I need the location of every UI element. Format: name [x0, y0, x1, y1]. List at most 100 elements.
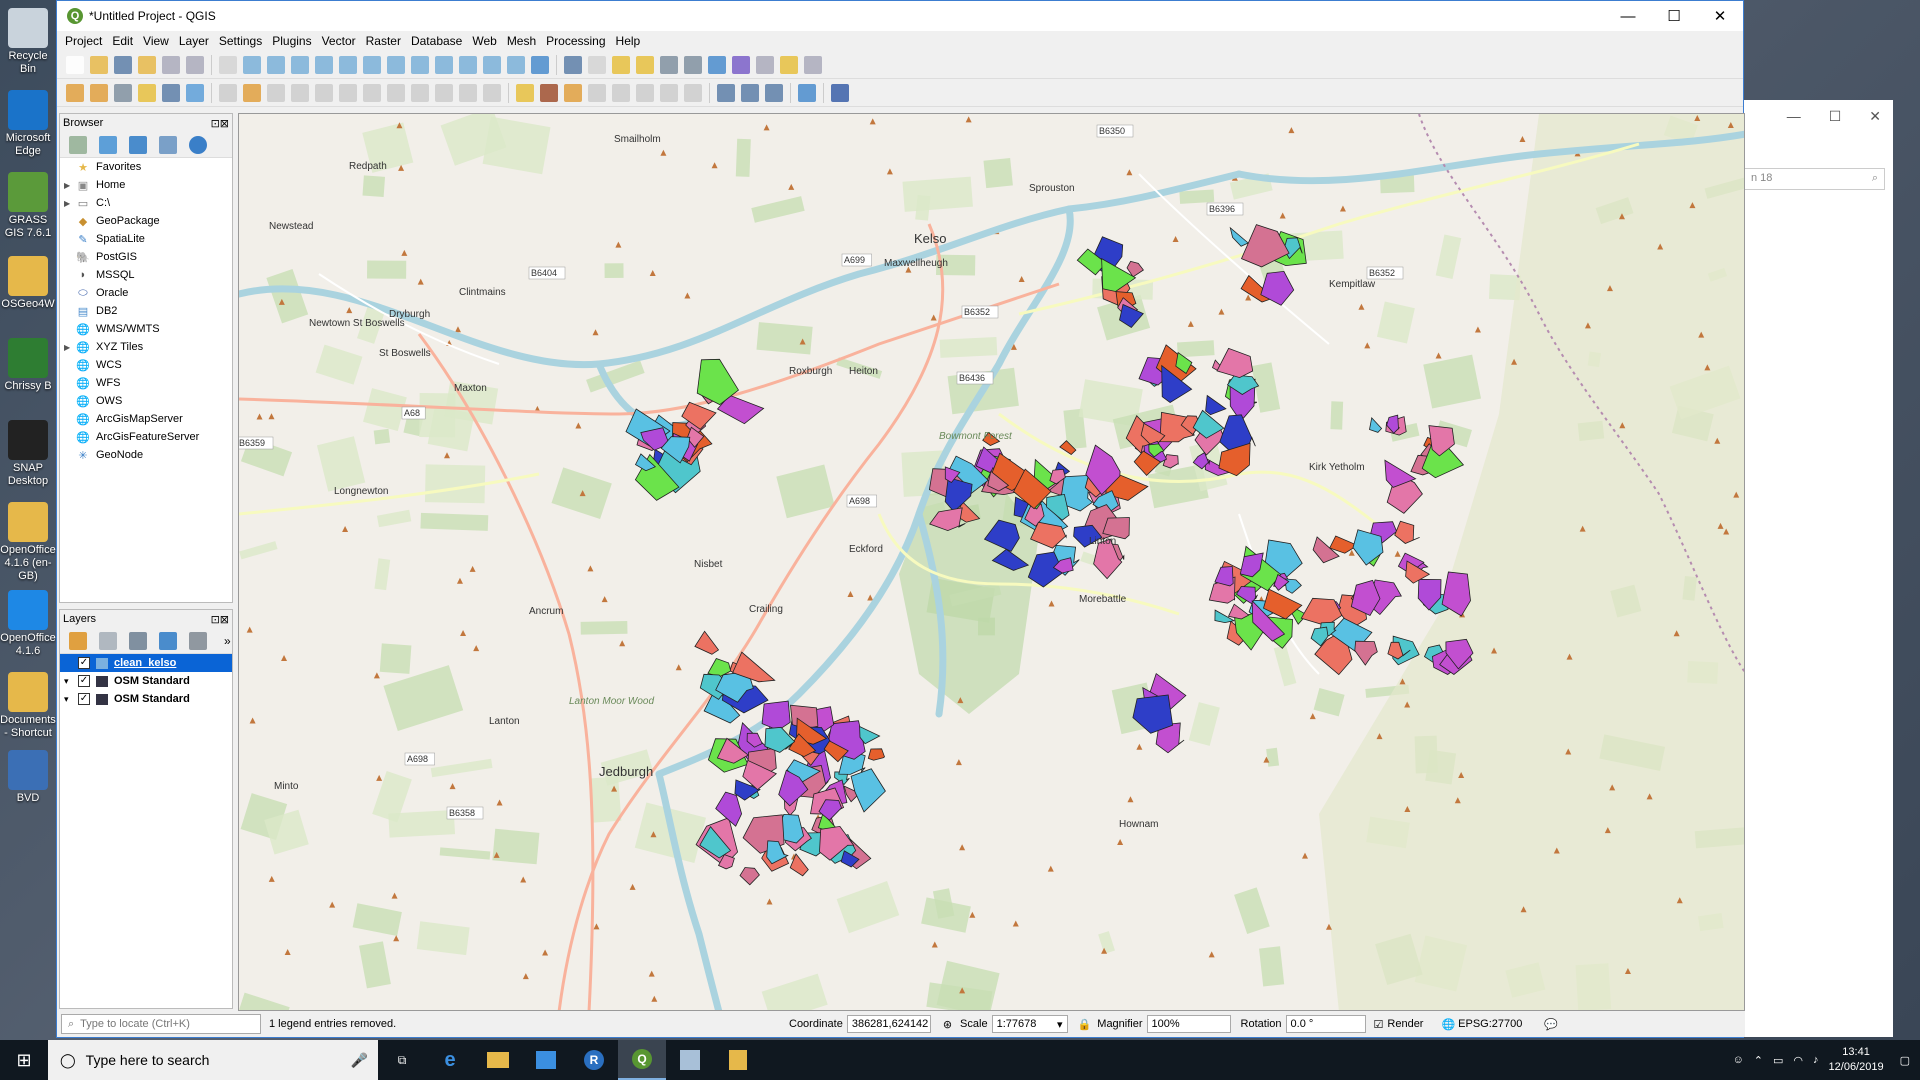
wifi-icon[interactable]: ◠	[1793, 1054, 1803, 1067]
add-wms-icon[interactable]	[186, 83, 204, 102]
desktop-icon-grass[interactable]: GRASS GIS 7.6.1	[0, 172, 56, 240]
pin-label-icon[interactable]	[540, 83, 558, 102]
browser-item-oracle[interactable]: ⬭ Oracle	[60, 284, 232, 302]
taskbar-store[interactable]	[522, 1040, 570, 1080]
scale-combo[interactable]: 1:77678 ▾	[991, 1015, 1068, 1033]
map-canvas[interactable]: Smailholm Redpath Newstead Clintmains Drybur…	[238, 113, 1745, 1011]
vertex-tool-icon[interactable]	[315, 83, 333, 102]
menu-database[interactable]: Database	[411, 34, 462, 48]
taskbar-edge[interactable]: e	[426, 1040, 474, 1080]
notifications-icon[interactable]: ▢	[1900, 1054, 1910, 1067]
browser-item-favorites[interactable]: ★ Favorites	[60, 158, 232, 176]
menu-processing[interactable]: Processing	[546, 34, 605, 48]
menu-plugins[interactable]: Plugins	[272, 34, 311, 48]
zoom-selection-icon[interactable]	[339, 55, 357, 74]
locator-input[interactable]: ⌕ Type to locate (Ctrl+K)	[61, 1014, 261, 1034]
maximize-button[interactable]: ☐	[1651, 7, 1697, 25]
browser-item-db2[interactable]: ▤ DB2	[60, 302, 232, 320]
menu-view[interactable]: View	[143, 34, 169, 48]
pan-to-selection-icon[interactable]	[243, 55, 261, 74]
delete-selected-icon[interactable]	[339, 83, 357, 102]
visibility-icon[interactable]	[129, 631, 147, 650]
plugin-manager-icon[interactable]	[741, 83, 759, 102]
menu-web[interactable]: Web	[472, 34, 496, 48]
pan-icon[interactable]	[219, 55, 237, 74]
paste-icon[interactable]	[411, 83, 429, 102]
magnifier-spinbox[interactable]: 100%	[1146, 1015, 1231, 1033]
change-label-icon[interactable]	[636, 83, 654, 102]
minimize-button[interactable]: —	[1605, 8, 1651, 25]
messages-icon[interactable]: 💬	[1544, 1018, 1558, 1031]
expression-filter-icon[interactable]	[189, 631, 207, 650]
menu-mesh[interactable]: Mesh	[507, 34, 536, 48]
microphone-icon[interactable]: 🎤	[351, 1052, 368, 1069]
desktop-icon-recycle-bin[interactable]: Recycle Bin	[0, 8, 56, 76]
desktop-icon-openoffice[interactable]: OpenOffice 4.1.6	[0, 590, 56, 658]
volume-icon[interactable]: ♪	[1813, 1054, 1819, 1066]
new-spatialite-icon[interactable]	[138, 83, 156, 102]
menu-help[interactable]: Help	[616, 34, 641, 48]
menu-settings[interactable]: Settings	[219, 34, 262, 48]
taskbar-explorer[interactable]	[474, 1040, 522, 1080]
expand-arrow-icon[interactable]: ▶	[64, 343, 76, 352]
menu-vector[interactable]: Vector	[322, 34, 356, 48]
browser-item-wfs[interactable]: 🌐 WFS	[60, 374, 232, 392]
layout-manager-icon[interactable]	[186, 55, 204, 74]
taskbar-search[interactable]: ◯ Type here to search 🎤	[48, 1040, 378, 1080]
layer-row[interactable]: ▾ ✓ OSM Standard	[60, 672, 232, 690]
layer-row[interactable]: ▾ ✓ OSM Standard	[60, 690, 232, 708]
rotate-label-icon[interactable]	[612, 83, 630, 102]
menu-project[interactable]: Project	[65, 34, 102, 48]
style-icon[interactable]	[69, 631, 87, 650]
menu-edit[interactable]: Edit	[112, 34, 133, 48]
expand-arrow-icon[interactable]: ▾	[64, 676, 74, 687]
move-label-icon[interactable]	[588, 83, 606, 102]
layer-row[interactable]: ✓ clean_kelso	[60, 654, 232, 672]
browser-item-geonode[interactable]: ✳ GeoNode	[60, 446, 232, 464]
lock-icon[interactable]: 🔒	[1078, 1018, 1092, 1031]
chevron-up-icon[interactable]: ⌃	[1754, 1054, 1763, 1067]
show-hide-label-icon[interactable]	[660, 83, 678, 102]
browser-item-arcgismapserver[interactable]: 🌐 ArcGisMapServer	[60, 410, 232, 428]
layer-visibility-checkbox[interactable]: ✓	[78, 657, 90, 669]
expand-arrow-icon[interactable]: ▾	[64, 694, 74, 705]
new-virtual-layer-icon[interactable]	[162, 83, 180, 102]
save-project-icon[interactable]	[114, 55, 132, 74]
taskbar-qgis[interactable]: Q	[618, 1040, 666, 1080]
new-shapefile-icon[interactable]	[114, 83, 132, 102]
browser-item-geopackage[interactable]: ◆ GeoPackage	[60, 212, 232, 230]
select-features-icon[interactable]	[612, 55, 630, 74]
zoom-in-icon[interactable]	[267, 55, 285, 74]
task-view-button[interactable]: ⧉	[378, 1040, 426, 1080]
zoom-native-icon[interactable]	[387, 55, 405, 74]
clock[interactable]: 13:41 12/06/2019	[1829, 1045, 1884, 1075]
desktop-icon-openoffice-en[interactable]: OpenOffice 4.1.6 (en-GB)	[0, 502, 56, 583]
browser-item-xyz-tiles[interactable]: ▶ 🌐 XYZ Tiles	[60, 338, 232, 356]
print-layout-icon[interactable]	[162, 55, 180, 74]
copy-icon[interactable]	[387, 83, 405, 102]
current-edits-icon[interactable]	[219, 83, 237, 102]
zoom-last-icon[interactable]	[411, 55, 429, 74]
gps-icon[interactable]	[765, 83, 783, 102]
save-as-icon[interactable]	[138, 55, 156, 74]
filter-icon[interactable]	[129, 135, 147, 154]
add-feature-icon[interactable]	[291, 83, 309, 102]
more-chevron-icon[interactable]: »	[224, 634, 231, 648]
desktop-icon-osgeo4w[interactable]: OSGeo4W	[0, 256, 56, 311]
browser-item-spatialite[interactable]: ✎ SpatiaLite	[60, 230, 232, 248]
panel-close-icon[interactable]: ⊡⊠	[211, 117, 229, 130]
taskbar-snap[interactable]	[666, 1040, 714, 1080]
desktop-icon-bvd[interactable]: BVD	[0, 750, 56, 805]
python-console-icon[interactable]	[798, 83, 816, 102]
browser-item-wms-wmts[interactable]: 🌐 WMS/WMTS	[60, 320, 232, 338]
annotation-icon[interactable]	[780, 55, 798, 74]
new-map-view-icon[interactable]	[459, 55, 477, 74]
browser-item-arcgisfeatureserver[interactable]: 🌐 ArcGisFeatureServer	[60, 428, 232, 446]
help-icon[interactable]	[831, 83, 849, 102]
measure-icon[interactable]	[756, 55, 774, 74]
field-calculator-icon[interactable]	[708, 55, 726, 74]
attribute-table-icon[interactable]	[684, 55, 702, 74]
statistics-icon[interactable]	[732, 55, 750, 74]
cut-icon[interactable]	[363, 83, 381, 102]
taskbar-r[interactable]: R	[570, 1040, 618, 1080]
